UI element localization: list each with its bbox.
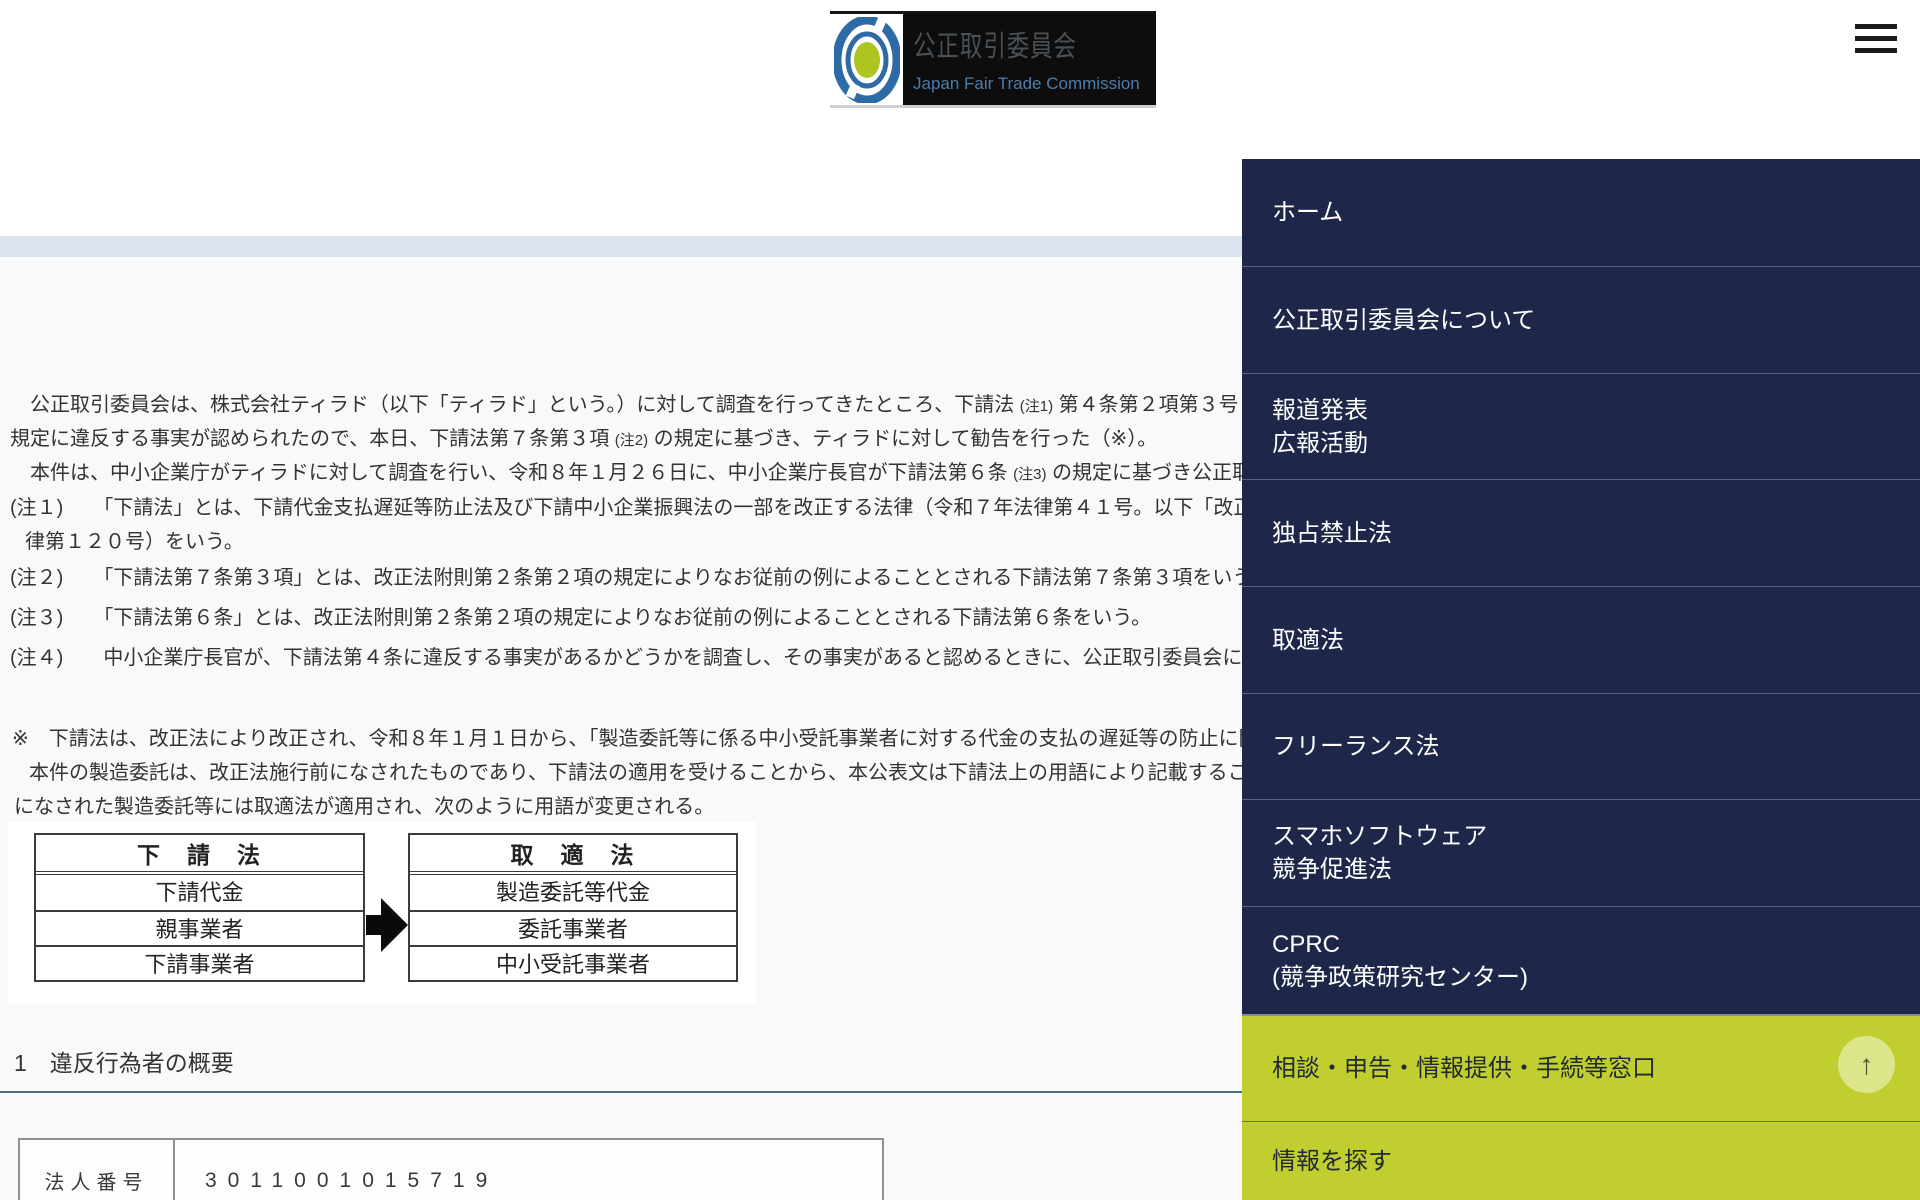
sidebar-item-label: CPRC (競争政策研究センター) <box>1272 930 1528 991</box>
scroll-to-top-button[interactable]: ↑ <box>1838 1036 1895 1093</box>
terminology-diagram: 下 請 法 下請代金 親事業者 下請事業者 取 適 法 製造委託等代金 委託事業… <box>8 822 756 1004</box>
sidebar-item-label: 相談・申告・情報提供・手続等窓口 <box>1272 1055 1656 1082</box>
table-row: 製造委託等代金 <box>495 880 650 905</box>
sidebar-item-label: 取適法 <box>1272 626 1344 654</box>
up-arrow-icon: ↑ <box>1859 1048 1874 1080</box>
footnote-ref: (注1) <box>1019 398 1054 415</box>
sidebar-item-label: 情報を探す <box>1272 1147 1392 1175</box>
footnote-ref: (注2) <box>614 432 649 449</box>
section-heading: 1 違反行為者の概要 <box>14 1050 234 1076</box>
table-header: 下 請 法 <box>36 835 363 875</box>
sidebar-item-freelance[interactable]: フリーランス法 <box>1242 693 1920 799</box>
jftc-page: 公正取引委員会 Japan Fair Trade Commission 公正取引… <box>0 0 1920 1200</box>
sidebar-menu: ホーム 公正取引委員会について 報道発表 広報活動 独占禁止法 取適法 フリーラ… <box>1242 159 1920 1200</box>
paragraph-line: 規定に違反する事実が認められたので、本日、下請法第７条第３項 (注2) の規定に… <box>10 428 1158 450</box>
torieki-law-table: 取 適 法 製造委託等代金 委託事業者 中小受託事業者 <box>408 833 738 982</box>
menu-bar-icon <box>1855 48 1897 53</box>
sidebar-item-smartphone-software[interactable]: スマホソフトウェア 競争促進法 <box>1242 799 1920 906</box>
corporate-number-table: 法人番号 3011001015719 <box>18 1138 884 1200</box>
note-line: (注３) 「下請法第６条」とは、改正法附則第２条第２項の規定によりなお従前の例に… <box>10 607 1152 629</box>
sidebar-item-consultation[interactable]: 相談・申告・情報提供・手続等窓口 <box>1242 1014 1920 1121</box>
sidebar-item-label: 公正取引委員会について <box>1272 306 1536 334</box>
asterisk-note-line: になされた製造委託等には取適法が適用され、次のように用語が変更される。 <box>14 796 715 818</box>
sidebar-item-label: 報道発表 広報活動 <box>1272 396 1368 457</box>
table-row: 下請事業者 <box>36 945 363 980</box>
sidebar-item-torieki[interactable]: 取適法 <box>1242 586 1920 693</box>
jftc-emblem-icon <box>830 14 903 105</box>
footnote-ref: (注3) <box>1013 466 1047 483</box>
note-line: (注４) 中小企業庁長官が、下請法第４条に違反する事実があるかどうかを調査し、そ… <box>10 647 1263 669</box>
sidebar-item-press[interactable]: 報道発表 広報活動 <box>1242 373 1920 479</box>
sidebar-item-label: フリーランス法 <box>1272 733 1440 760</box>
asterisk-note-line: 本件の製造委託は、改正法施行前になされたものであり、下請法の適用を受けることから… <box>29 762 1248 784</box>
note-line: (注１) 「下請法」とは、下請代金支払遅延等防止法及び下請中小企業振興法の一部を… <box>10 497 1254 519</box>
sidebar-item-find-info[interactable]: 情報を探す <box>1242 1121 1920 1200</box>
table-row: 委託事業者 <box>410 910 736 945</box>
table-header: 取 適 法 <box>410 835 736 875</box>
corporate-number-label: 法人番号 <box>20 1140 175 1200</box>
shitauke-law-table: 下 請 法 下請代金 親事業者 下請事業者 <box>34 833 365 982</box>
menu-bar-icon <box>1855 24 1897 29</box>
sidebar-item-about[interactable]: 公正取引委員会について <box>1242 266 1920 373</box>
sidebar-item-label: スマホソフトウェア 競争促進法 <box>1272 823 1488 883</box>
sidebar-item-label: ホーム <box>1272 199 1344 226</box>
sidebar-item-home[interactable]: ホーム <box>1242 159 1920 266</box>
paragraph-line: 公正取引委員会は、株式会社ティラド（以下「ティラド」という。）に対して調査を行っ… <box>10 394 1239 416</box>
sidebar-item-cprc[interactable]: CPRC (競争政策研究センター) <box>1242 906 1920 1014</box>
corporate-number-value: 3011001015719 <box>205 1168 499 1192</box>
menu-bar-icon <box>1855 36 1897 41</box>
asterisk-note-line: ※ 下請法は、改正法により改正され、令和８年１月１日から、「製造委託等に係る中小… <box>12 728 1259 750</box>
note-line: 律第１２０号）をいう。 <box>25 531 244 553</box>
logo-text-block: 公正取引委員会 Japan Fair Trade Commission <box>903 14 1156 105</box>
logo-subtitle: Japan Fair Trade Commission <box>913 74 1140 93</box>
note-line: (注２) 「下請法第７条第３項」とは、改正法附則第２条第２項の規定によりなお従前… <box>10 567 1253 589</box>
jftc-emblem-icon <box>833 16 900 103</box>
menu-button[interactable] <box>1855 24 1897 53</box>
table-row: 親事業者 <box>36 910 363 945</box>
sidebar-item-antimonopoly[interactable]: 独占禁止法 <box>1242 479 1920 586</box>
table-row: 下請代金 <box>155 880 244 905</box>
logo-title: 公正取引委員会 <box>913 31 1077 63</box>
paragraph-line: 本件は、中小企業庁がティラドに対して調査を行い、令和８年１月２６日に、中小企業庁… <box>10 462 1253 484</box>
sidebar-item-label: 独占禁止法 <box>1272 519 1392 547</box>
table-row: 中小受託事業者 <box>410 945 736 980</box>
right-arrow-icon <box>366 898 408 952</box>
jftc-logo[interactable]: 公正取引委員会 Japan Fair Trade Commission <box>830 11 1156 108</box>
